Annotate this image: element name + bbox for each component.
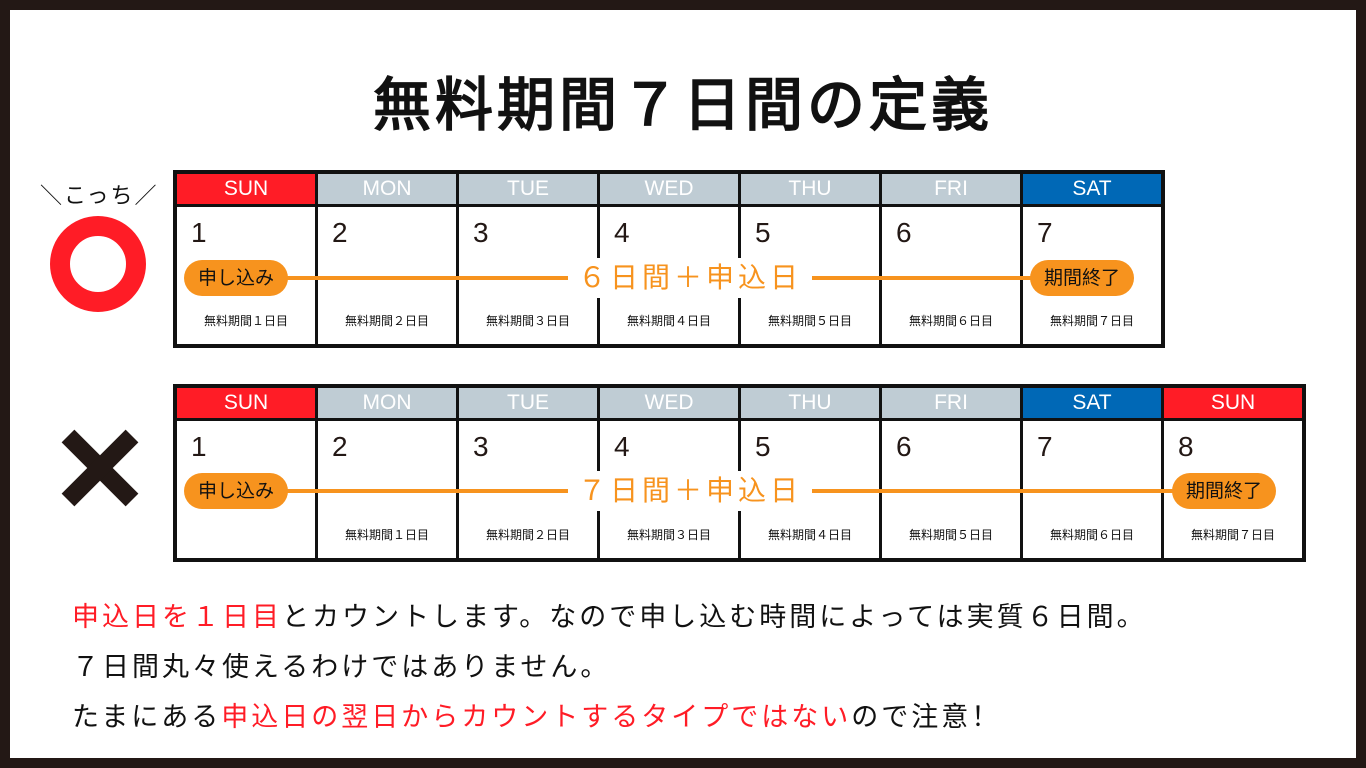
start-badge: 申し込み (184, 473, 289, 509)
description-line-3: たまにある申込日の翌日からカウントするタイプではないので注意！ (72, 695, 1001, 734)
day-header: WED (600, 174, 738, 204)
date-number: 1 (191, 217, 207, 248)
day-note: 無料期間５日目 (908, 528, 993, 542)
day-header: TUE (459, 174, 597, 204)
date-number: 5 (755, 431, 771, 462)
day-note: 無料期間７日目 (1190, 528, 1275, 542)
day-note: 無料期間４日目 (767, 528, 852, 542)
period-span-label: ７日間＋申込日 (568, 471, 813, 511)
day-header: MON (318, 174, 456, 204)
day-note: 無料期間２日目 (344, 314, 429, 328)
day-header: THU (741, 174, 879, 204)
day-header: SUN (177, 174, 315, 204)
day-note: 無料期間１日目 (344, 528, 429, 542)
date-number: 7 (1037, 217, 1053, 248)
day-note: 無料期間６日目 (908, 314, 993, 328)
this-one-label: ＼こっち／ (40, 184, 159, 209)
period-span-label: ６日間＋申込日 (568, 258, 813, 298)
end-badge: 期間終了 (1172, 473, 1277, 509)
date-number: 2 (332, 431, 348, 462)
date-number: 6 (896, 431, 912, 462)
date-number: 1 (191, 431, 207, 462)
date-number: 8 (1178, 431, 1194, 462)
day-header: SUN (177, 388, 315, 418)
wrong-cross-icon (61, 429, 139, 507)
date-number: 4 (614, 431, 630, 462)
date-number: 6 (896, 217, 912, 248)
day-note: 無料期間４日目 (626, 314, 711, 328)
date-number: 2 (332, 217, 348, 248)
day-header: TUE (459, 388, 597, 418)
day-note: 無料期間６日目 (1049, 528, 1134, 542)
highlight-text: 申込日を１日目 (72, 602, 282, 633)
body-text: ので注意！ (851, 702, 1002, 733)
date-number: 5 (755, 217, 771, 248)
end-badge: 期間終了 (1030, 260, 1135, 296)
highlight-text: 申込日の翌日からカウントするタイプではない (221, 702, 852, 733)
day-header: SAT (1023, 388, 1161, 418)
day-header: SAT (1023, 174, 1161, 204)
day-note: 無料期間２日目 (485, 528, 570, 542)
slide: 無料期間７日間の定義 ＼こっち／ SUN MON TUE WED THU FRI… (10, 10, 1356, 758)
date-number: 4 (614, 217, 630, 248)
date-number: 3 (473, 217, 489, 248)
day-note: 無料期間３日目 (626, 528, 711, 542)
date-number: 3 (473, 431, 489, 462)
start-badge: 申し込み (184, 260, 289, 296)
day-note: 無料期間３日目 (485, 314, 570, 328)
page-title: 無料期間７日間の定義 (372, 71, 993, 139)
date-number: 7 (1037, 431, 1053, 462)
body-text: ７日間丸々使えるわけではありません。 (72, 652, 611, 683)
day-header: SUN (1164, 388, 1302, 418)
body-text: たまにある (72, 702, 222, 733)
description-line-1: 申込日を１日目とカウントします。なので申し込む時間によっては実質６日間。 (72, 595, 1147, 634)
day-header: FRI (882, 174, 1020, 204)
day-note: 無料期間７日目 (1049, 314, 1134, 328)
day-header: MON (318, 388, 456, 418)
description-line-2: ７日間丸々使えるわけではありません。 (72, 645, 610, 684)
body-text: とカウントします。なので申し込む時間によっては実質６日間。 (282, 602, 1147, 633)
day-header: FRI (882, 388, 1020, 418)
day-header: THU (741, 388, 879, 418)
correct-circle-icon (50, 216, 146, 312)
day-note: 無料期間５日目 (767, 314, 852, 328)
day-header: WED (600, 388, 738, 418)
day-note: 無料期間１日目 (203, 314, 288, 328)
